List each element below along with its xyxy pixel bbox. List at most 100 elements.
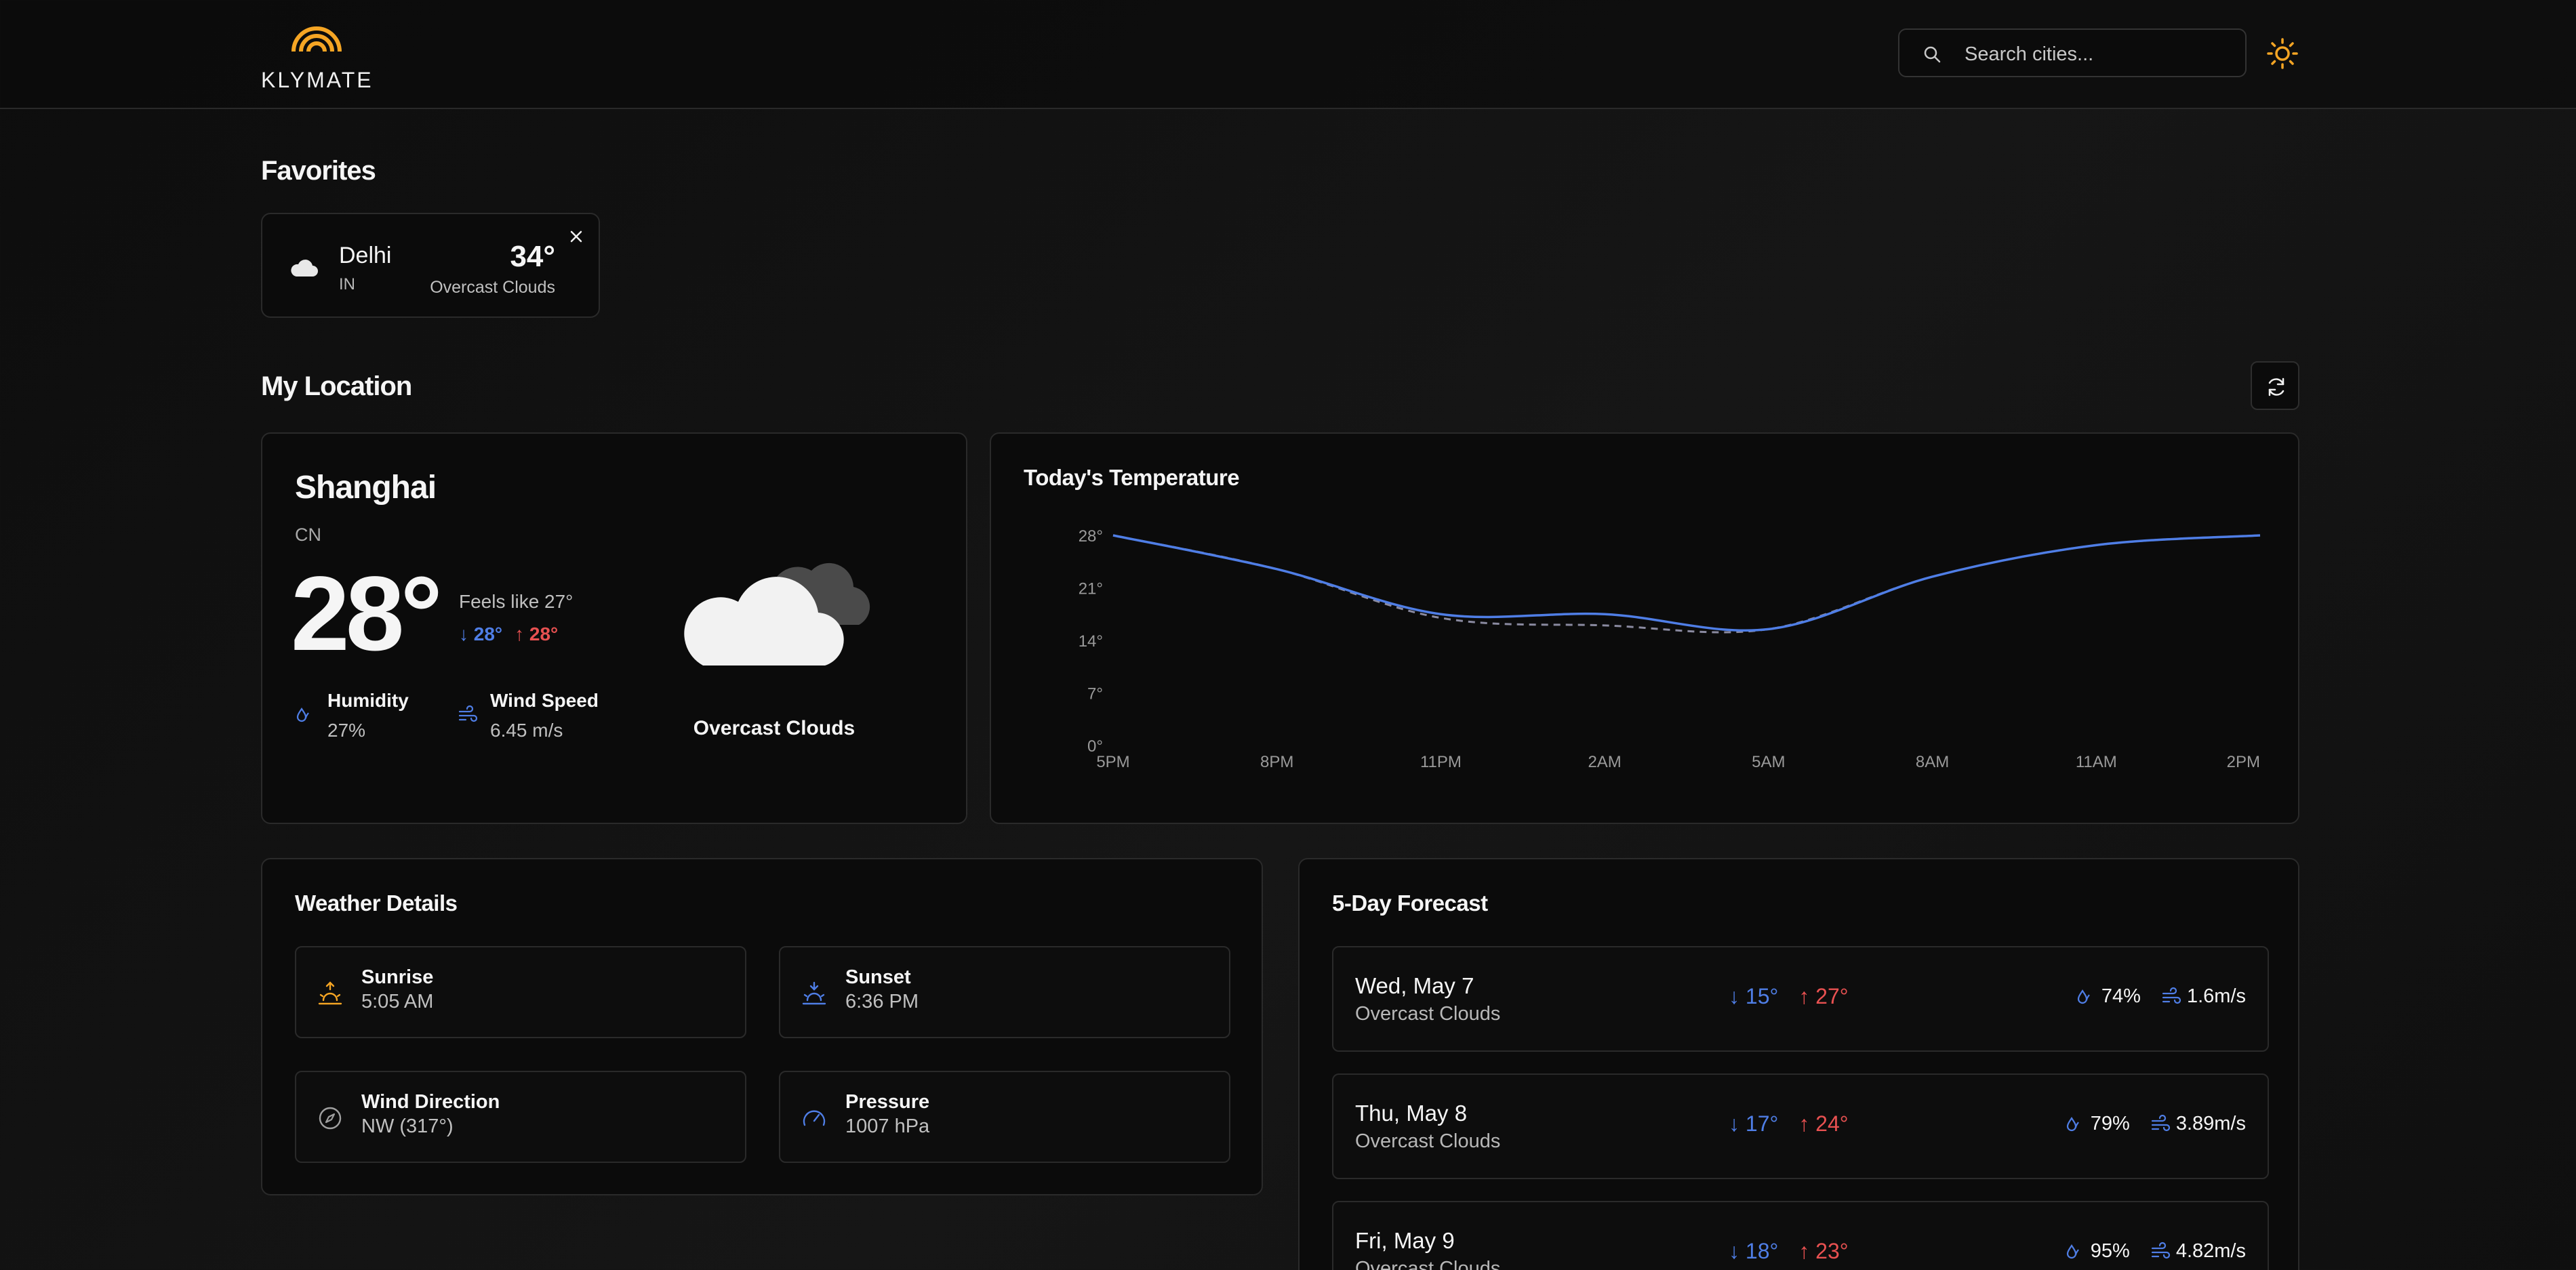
x-tick-label: 5PM — [1096, 753, 1129, 771]
my-location-title: My Location — [261, 371, 412, 401]
wind-label: Wind Speed — [490, 690, 599, 711]
app-header: KLYMATE — [0, 0, 2576, 109]
temperature-chart: 0°7°14°21°28°5PM 8PM 11PM 2AM 5AM 8AM 11AM 2PM — [1079, 527, 2261, 771]
forecast-meta: 74% 1.6m/s — [2076, 985, 2246, 1008]
wind-direction-value: NW (317°) — [361, 1115, 454, 1137]
sunrise-label: Sunrise — [361, 966, 434, 988]
forecast-temps: ↓ 17° ↑ 24° — [1729, 1111, 1849, 1136]
x-tick-label: 8PM — [1260, 753, 1293, 771]
forecast-condition: Overcast Clouds — [1355, 1130, 1501, 1152]
forecast-min: 18° — [1745, 1239, 1779, 1263]
favorite-condition: Overcast Clouds — [430, 278, 555, 297]
logo-arcs-icon — [291, 26, 342, 52]
temperature-line — [1112, 534, 2261, 632]
todays-temperature-card: Today's Temperature 0° 7° 14° 21° 28° 5PM 8PM 1… — [990, 432, 2299, 824]
sunset-label: Sunset — [845, 966, 911, 988]
close-icon[interactable] — [566, 226, 586, 247]
search-box[interactable] — [1898, 28, 2247, 77]
forecast-card: 5-Day Forecast Wed, May 7 Overcast Cloud… — [1298, 858, 2299, 1270]
refresh-icon — [2268, 377, 2285, 396]
y-tick-label: 28° — [1079, 527, 1103, 546]
sun-icon[interactable] — [2266, 37, 2299, 70]
forecast-meta: 79% 3.89m/s — [2065, 1113, 2246, 1135]
pressure-tile: Pressure 1007 hPa — [779, 1071, 1230, 1163]
sunrise-tile: Sunrise 5:05 AM — [295, 946, 746, 1038]
forecast-row: Wed, May 7 Overcast Clouds ↓ 15° ↑ 27° 74… — [1332, 946, 2269, 1052]
min-temp: ↓ 28° — [459, 623, 503, 644]
humidity-value: 27% — [327, 720, 366, 741]
x-tick-label: 11AM — [2076, 753, 2117, 771]
forecast-day: Wed, May 7 — [1355, 973, 1474, 998]
pressure-label: Pressure — [845, 1091, 930, 1113]
forecast-row: Thu, May 8 Overcast Clouds ↓ 17° ↑ 24° 79… — [1332, 1073, 2269, 1179]
current-weather-card: Shanghai CN 28° Feels like 27° ↓ 28° ↑ 28… — [261, 432, 967, 824]
sunset-tile: Sunset 6:36 PM — [779, 946, 1230, 1038]
y-tick-label: 21° — [1079, 580, 1103, 598]
forecast-temps: ↓ 15° ↑ 27° — [1729, 984, 1849, 1008]
droplets-icon — [296, 708, 309, 722]
sunrise-value: 5:05 AM — [361, 991, 434, 1012]
favorite-country: IN — [339, 275, 355, 293]
wind-icon — [458, 705, 478, 722]
wind-direction-tile: Wind Direction NW (317°) — [295, 1071, 746, 1163]
location-condition: Overcast Clouds — [693, 717, 856, 739]
forecast-temps: ↓ 18° ↑ 23° — [1729, 1239, 1849, 1263]
sunset-icon — [802, 981, 826, 1005]
forecast-wind: 3.89m/s — [2175, 1113, 2246, 1134]
weather-details-title: Weather Details — [295, 890, 458, 916]
favorites-title: Favorites — [261, 156, 376, 186]
forecast-max: 24° — [1815, 1111, 1849, 1136]
droplets-icon — [2066, 1116, 2079, 1131]
x-tick-label: 11PM — [1420, 753, 1462, 771]
humidity-label: Humidity — [327, 690, 409, 711]
gauge-icon — [803, 1110, 826, 1126]
max-temp: ↑ 28° — [515, 623, 559, 644]
forecast-row: Fri, May 9 Overcast Clouds ↓ 18° ↑ 23° 95… — [1332, 1201, 2269, 1270]
forecast-wind: 4.82m/s — [2175, 1240, 2246, 1262]
forecast-wind: 1.6m/s — [2186, 985, 2246, 1007]
x-tick-label: 8AM — [1916, 753, 1949, 771]
forecast-humidity: 79% — [2090, 1113, 2130, 1134]
x-tick-label: 2PM — [2227, 753, 2260, 771]
location-country: CN — [295, 525, 321, 545]
forecast-max: 27° — [1815, 984, 1849, 1008]
overcast-clouds-icon — [684, 562, 870, 665]
x-tick-label: 2AM — [1588, 753, 1621, 771]
forecast-min: 17° — [1745, 1111, 1779, 1136]
x-tick-label: 5AM — [1752, 753, 1785, 771]
app-logo[interactable]: KLYMATE — [261, 19, 371, 94]
favorite-temp: 34° — [510, 240, 555, 273]
location-city: Shanghai — [295, 470, 437, 506]
y-tick-label: 14° — [1079, 632, 1103, 651]
search-input[interactable] — [1965, 39, 2236, 69]
search-icon — [1924, 46, 1941, 63]
wind-icon — [2151, 1242, 2170, 1258]
pressure-value: 1007 hPa — [845, 1115, 930, 1137]
forecast-meta: 95% 4.82m/s — [2065, 1240, 2246, 1263]
favorite-card[interactable]: Delhi IN 34° Overcast Clouds — [261, 213, 600, 318]
wind-direction-label: Wind Direction — [361, 1091, 500, 1113]
forecast-humidity: 95% — [2090, 1240, 2130, 1262]
wind-icon — [2151, 1114, 2170, 1131]
feels-like: Feels like 27° — [459, 591, 573, 612]
location-temp: 28° — [291, 555, 443, 673]
forecast-day: Fri, May 9 — [1355, 1228, 1455, 1253]
forecast-max: 23° — [1815, 1239, 1849, 1263]
forecast-condition: Overcast Clouds — [1355, 1258, 1501, 1270]
forecast-condition: Overcast Clouds — [1355, 1003, 1501, 1025]
forecast-title: 5-Day Forecast — [1332, 890, 1488, 916]
sunrise-icon — [318, 981, 342, 1005]
droplets-icon — [2066, 1244, 2079, 1258]
refresh-button[interactable] — [2251, 361, 2299, 410]
feels-like-line — [1112, 534, 2261, 634]
app-name: KLYMATE — [261, 68, 374, 92]
forecast-day: Thu, May 8 — [1355, 1101, 1468, 1126]
wind-icon — [2162, 987, 2181, 1004]
forecast-humidity: 74% — [2101, 985, 2141, 1007]
sunset-value: 6:36 PM — [845, 991, 919, 1012]
min-max-temp: ↓ 28° ↑ 28° — [459, 623, 558, 645]
weather-details-card: Weather Details Sunrise 5:05 AM Sunset 6… — [261, 858, 1263, 1195]
favorite-city: Delhi — [339, 243, 392, 268]
forecast-min: 15° — [1745, 984, 1779, 1008]
y-tick-label: 7° — [1087, 685, 1103, 703]
